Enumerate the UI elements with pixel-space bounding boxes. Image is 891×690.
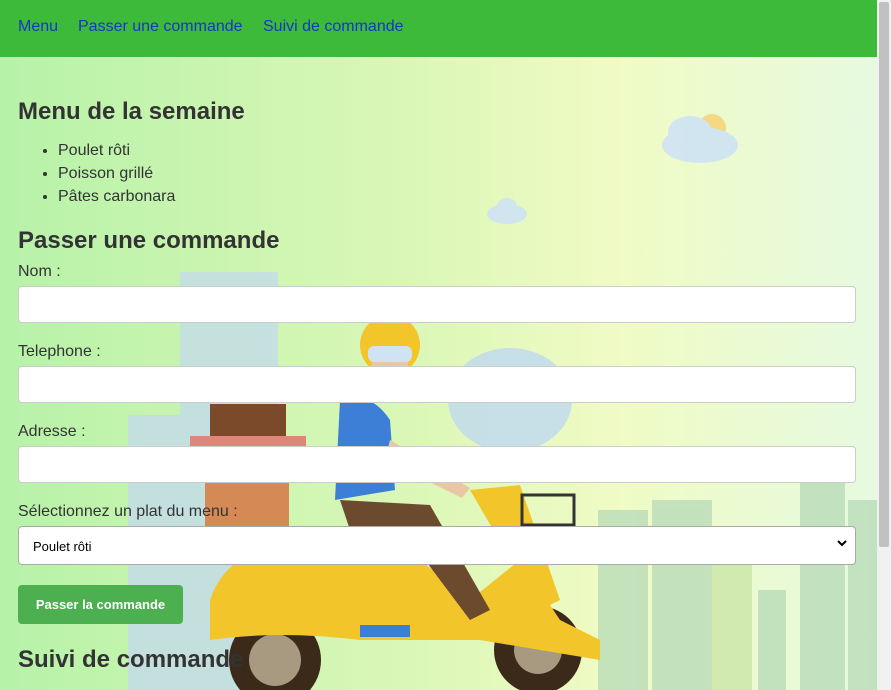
address-label: Adresse : [18, 423, 86, 440]
phone-field[interactable] [18, 366, 856, 403]
vertical-scrollbar[interactable] [877, 0, 891, 690]
tracking-section-title: Suivi de commande [18, 646, 244, 673]
dish-select-value: Poulet rôti [33, 539, 92, 554]
dish-label: Sélectionnez un plat du menu : [18, 503, 238, 520]
address-field[interactable] [18, 446, 856, 483]
list-item: Poisson grillé [58, 162, 175, 185]
phone-label: Telephone : [18, 343, 101, 360]
page: Menu Passer une commande Suivi de comman… [0, 0, 877, 690]
dish-select[interactable]: Poulet rôti [18, 526, 856, 565]
menu-list: Poulet rôti Poisson grillé Pâtes carbona… [18, 139, 175, 208]
submit-order-button[interactable]: Passer la commande [18, 585, 183, 624]
menu-section-title: Menu de la semaine [18, 98, 245, 125]
order-section-title: Passer une commande [18, 227, 280, 254]
name-field[interactable] [18, 286, 856, 323]
main-content: Menu de la semaine Poulet rôti Poisson g… [0, 0, 877, 690]
chevron-down-icon [837, 540, 847, 547]
scrollbar-thumb[interactable] [879, 2, 889, 547]
name-label: Nom : [18, 263, 61, 280]
list-item: Pâtes carbonara [58, 185, 175, 208]
list-item: Poulet rôti [58, 139, 175, 162]
